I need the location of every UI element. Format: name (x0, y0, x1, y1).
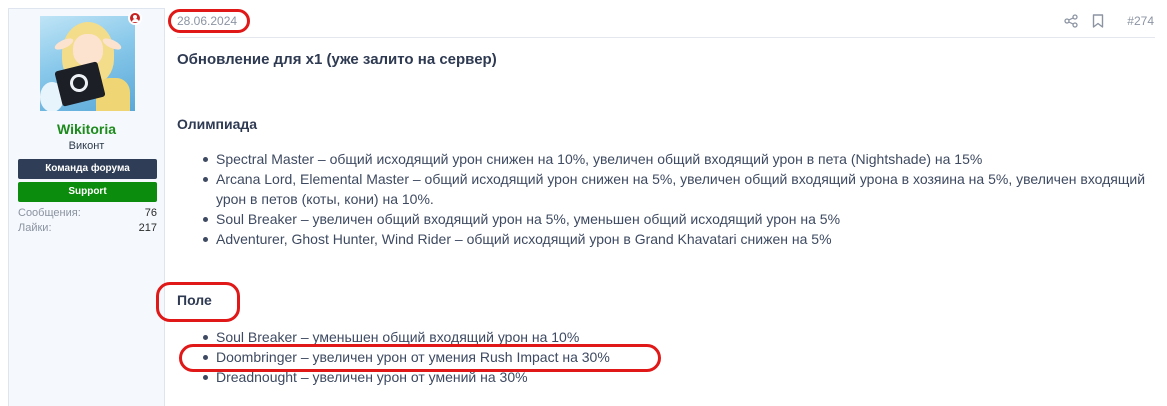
list-item: Arcana Lord, Elemental Master – общий ис… (199, 169, 1149, 209)
list-item: Spectral Master – общий исходящий урон с… (199, 149, 1149, 169)
user-title: Виконт (68, 140, 105, 152)
post-number[interactable]: #274 (1127, 14, 1154, 28)
stat-messages-value: 76 (144, 207, 157, 219)
list-item: Soul Breaker – увеличен общий входящий у… (199, 209, 1149, 229)
post-actions: #274 (1024, 13, 1154, 31)
stat-messages-label: Сообщения: (18, 207, 81, 219)
date-highlight (168, 9, 250, 33)
doombringer-highlight (179, 344, 661, 372)
avatar[interactable] (40, 16, 135, 111)
bookmark-icon[interactable] (1092, 14, 1104, 28)
stat-likes-value: 217 (138, 222, 157, 234)
section-title-olympiad: Олимпиада (177, 116, 258, 132)
banner-support: Support (18, 182, 157, 202)
divider (177, 37, 1155, 38)
post-title: Обновление для x1 (уже залито на сервер) (177, 51, 497, 68)
stat-likes-label: Лайки: (18, 222, 52, 234)
olympiad-list: Spectral Master – общий исходящий урон с… (199, 149, 1149, 249)
field-title-highlight (156, 282, 240, 322)
user-panel: Wikitoria Виконт Команда форума Support … (8, 8, 165, 406)
username[interactable]: Wikitoria (9, 121, 164, 137)
user-online-icon (128, 11, 142, 25)
banner-team: Команда форума (18, 159, 157, 179)
share-icon[interactable] (1064, 14, 1078, 28)
list-item: Adventurer, Ghost Hunter, Wind Rider – о… (199, 229, 1149, 249)
stat-messages: Сообщения: 76 (18, 207, 157, 219)
stat-likes: Лайки: 217 (18, 222, 157, 234)
